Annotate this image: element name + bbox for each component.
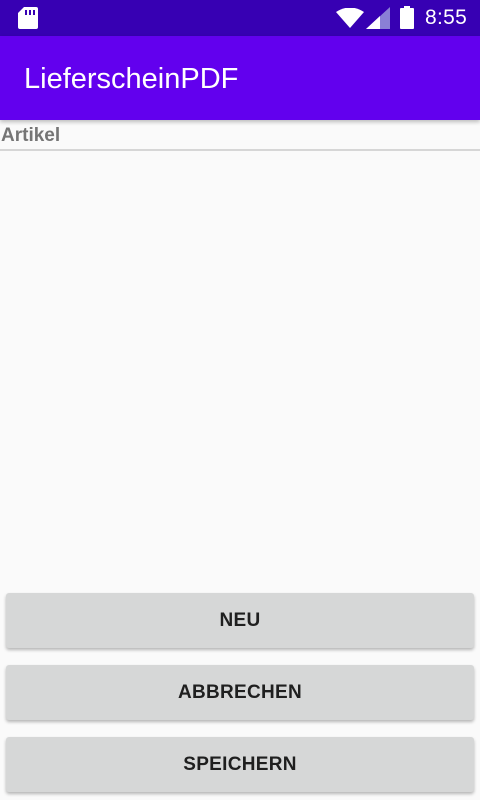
battery-icon: [400, 6, 414, 29]
status-clock: 8:55: [425, 6, 468, 29]
status-bar: 8:55: [0, 0, 480, 36]
section-label: Artikel: [1, 125, 61, 146]
cancel-button[interactable]: ABBRECHEN: [6, 665, 474, 720]
section-divider: [0, 149, 480, 151]
app-title: LieferscheinPDF: [24, 63, 239, 95]
app-bar: LieferscheinPDF: [0, 36, 480, 120]
signal-icon: [366, 7, 390, 29]
section-header: Artikel: [0, 124, 480, 151]
new-button[interactable]: NEU: [6, 593, 474, 648]
sd-card-icon: [18, 7, 38, 29]
article-list: [0, 152, 480, 582]
save-button[interactable]: SPEICHERN: [6, 737, 474, 792]
wifi-icon: [336, 8, 364, 28]
